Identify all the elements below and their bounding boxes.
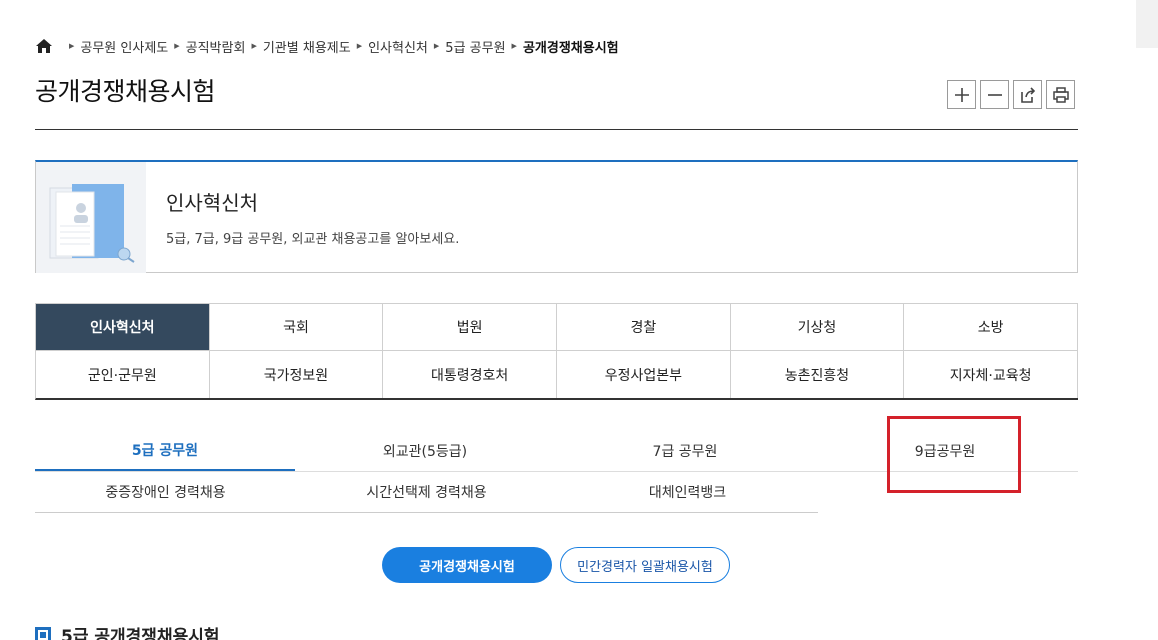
org-tab-insa[interactable]: 인사혁신처 [36, 304, 210, 351]
open-competition-button[interactable]: 공개경쟁채용시험 [382, 547, 552, 583]
breadcrumb-separator-icon: ▶ [433, 42, 440, 50]
breadcrumb-separator-icon: ▶ [511, 42, 517, 50]
org-tab-rural[interactable]: 농촌진흥청 [730, 351, 905, 398]
org-tab-fire[interactable]: 소방 [904, 304, 1078, 351]
breadcrumb-item[interactable]: 기관별 채용제도 [263, 37, 351, 56]
breadcrumb-item[interactable]: 공무원 인사제도 [80, 37, 168, 56]
subtab-substitute-bank[interactable]: 대체인력뱅크 [557, 472, 818, 512]
share-icon [1020, 86, 1035, 103]
page-title: 공개경쟁채용시험 [35, 77, 216, 106]
breadcrumb-current: 공개경쟁채용시험 [522, 40, 619, 56]
org-selector-grid: 인사혁신처 국회 법원 경찰 기상청 소방 군인·군무원 국가정보원 대통령경호… [35, 303, 1078, 400]
breadcrumb-separator-icon: ▶ [251, 42, 257, 50]
private-career-button[interactable]: 민간경력자 일괄채용시험 [560, 547, 730, 583]
breadcrumb: ▶ 공무원 인사제도 ▶ 공직박람회 ▶ 기관별 채용제도 ▶ 인사혁신처 ▶ … [35, 36, 619, 56]
org-tab-local-gov[interactable]: 지자체·교육청 [904, 351, 1078, 398]
breadcrumb-item[interactable]: 인사혁신처 [368, 37, 428, 56]
document-illustration-icon [36, 161, 146, 273]
breadcrumb-separator-icon: ▶ [174, 42, 180, 50]
print-icon [1052, 86, 1069, 103]
breadcrumb-separator-icon: ▶ [356, 42, 363, 50]
highlight-annotation [887, 416, 1021, 493]
tab-grade-5[interactable]: 5급 공무원 [35, 430, 295, 471]
tab-diplomat[interactable]: 외교관(5등급) [295, 430, 555, 471]
section-heading-text: 5급 공개경쟁채용시험 [61, 627, 220, 640]
section-heading: 5급 공개경쟁채용시험 [35, 622, 220, 640]
subtab-part-time-career[interactable]: 시간선택제 경력채용 [296, 472, 557, 512]
org-tab-nis[interactable]: 국가정보원 [209, 351, 384, 398]
org-tab-military[interactable]: 군인·군무원 [36, 351, 210, 398]
breadcrumb-separator-icon: ▶ [69, 42, 75, 50]
recruitment-subtabs: 중증장애인 경력채용 시간선택제 경력채용 대체인력뱅크 [35, 472, 818, 513]
print-button[interactable] [1046, 80, 1075, 109]
share-button[interactable] [1013, 80, 1042, 109]
org-tab-weather[interactable]: 기상청 [730, 304, 905, 351]
subtab-disabled-career[interactable]: 중증장애인 경력채용 [35, 472, 296, 512]
org-info-box: 인사혁신처 5급, 7급, 9급 공무원, 외교관 채용공고를 알아보세요. [35, 160, 1078, 273]
minus-icon [987, 93, 1002, 96]
org-description: 5급, 7급, 9급 공무원, 외교관 채용공고를 알아보세요. [166, 232, 460, 247]
title-divider [35, 129, 1078, 130]
breadcrumb-item[interactable]: 5급 공무원 [445, 37, 505, 56]
page-tools [947, 80, 1075, 109]
org-tab-court[interactable]: 법원 [383, 304, 557, 351]
breadcrumb-item[interactable]: 공직박람회 [186, 37, 246, 56]
org-name: 인사혁신처 [166, 191, 258, 215]
exam-type-pills: 공개경쟁채용시험 민간경력자 일괄채용시험 [382, 547, 730, 583]
plus-icon [954, 87, 969, 102]
zoom-out-button[interactable] [980, 80, 1009, 109]
home-icon[interactable] [35, 38, 53, 54]
org-tab-security-service[interactable]: 대통령경호처 [383, 351, 557, 398]
scrollbar-thumb[interactable] [1136, 0, 1158, 48]
org-tab-postal[interactable]: 우정사업본부 [557, 351, 731, 398]
zoom-in-button[interactable] [947, 80, 976, 109]
square-bullet-icon [35, 626, 51, 640]
org-tab-police[interactable]: 경찰 [557, 304, 731, 351]
tab-grade-7[interactable]: 7급 공무원 [555, 430, 815, 471]
org-tab-national-assembly[interactable]: 국회 [209, 304, 384, 351]
